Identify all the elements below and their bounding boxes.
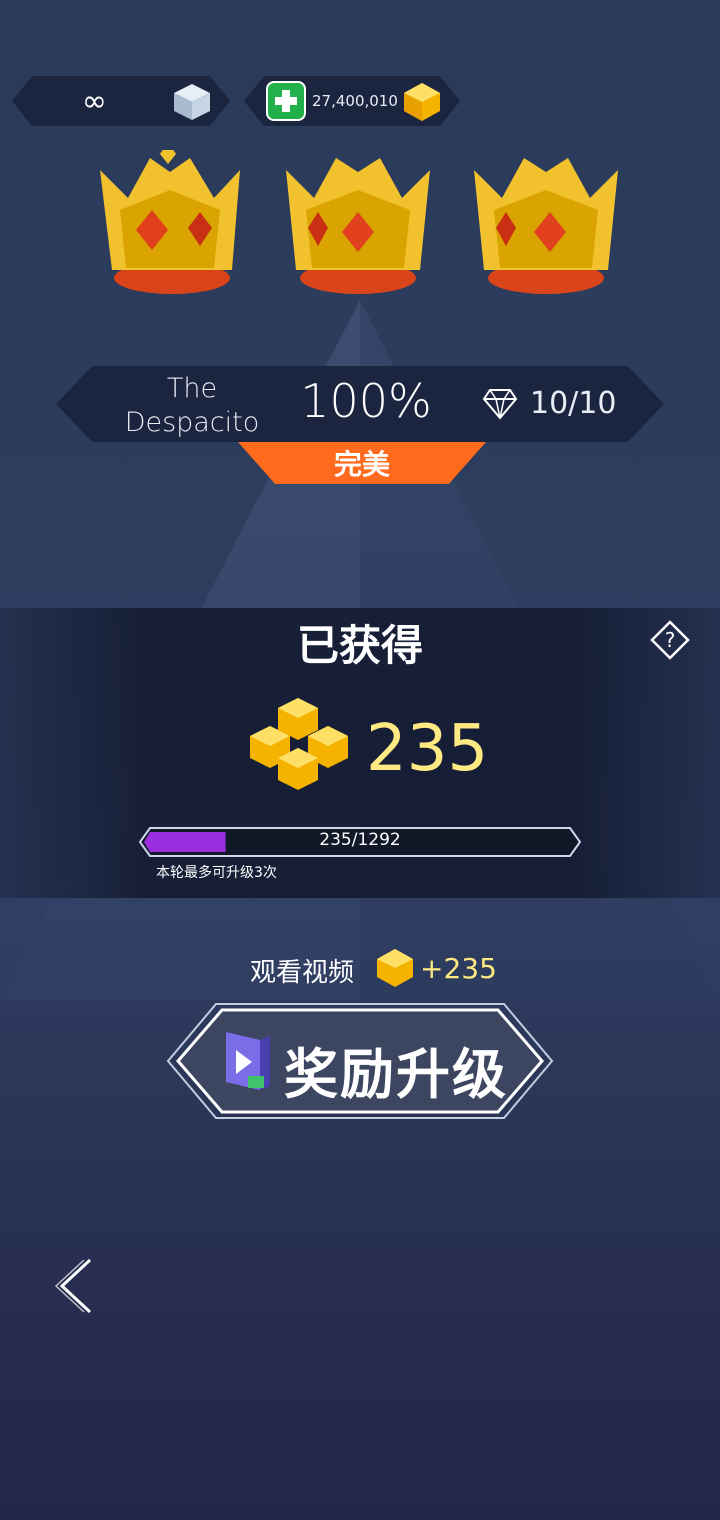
crown-icon — [286, 158, 430, 294]
crown-icon — [474, 158, 618, 294]
video-bonus-value: +235 — [420, 952, 497, 985]
plus-icon — [273, 88, 299, 114]
earned-title: 已获得 — [296, 621, 423, 670]
coins-icon — [250, 698, 348, 790]
watch-video-label: 观看视频 — [250, 958, 355, 988]
upgrade-note: 本轮最多可升级3次 — [156, 865, 277, 881]
video-ad-icon — [226, 1032, 270, 1090]
lives-value: ∞ — [82, 84, 107, 119]
gem-count: 27,400,010 — [312, 92, 398, 110]
reward-upgrade-label: 奖励升级 — [284, 1043, 508, 1106]
crown-rating — [90, 150, 630, 310]
gem-icon — [377, 949, 413, 987]
gem-icon — [400, 80, 444, 124]
crown-icon — [100, 150, 240, 294]
rating-badge: 完美 — [238, 442, 486, 484]
help-icon[interactable]: ? — [650, 620, 690, 660]
song-title-line1: The — [166, 373, 218, 404]
gem-counter: 27,400,010 — [244, 76, 460, 126]
add-gems-button[interactable] — [266, 81, 306, 121]
diamond-icon — [482, 389, 518, 420]
diamond-count: 10/10 — [530, 386, 617, 421]
earned-value: 235 — [366, 712, 489, 786]
svg-text:?: ? — [665, 628, 676, 652]
progress-text: 235/1292 — [319, 830, 401, 850]
song-title-line2: Despacito — [124, 407, 260, 438]
back-arrow-icon[interactable] — [50, 1256, 100, 1316]
song-title: The Despacito — [112, 372, 272, 440]
lives-counter[interactable]: ∞ — [12, 76, 230, 126]
completion-percent: 100% — [300, 374, 432, 428]
cube-icon — [172, 82, 212, 122]
